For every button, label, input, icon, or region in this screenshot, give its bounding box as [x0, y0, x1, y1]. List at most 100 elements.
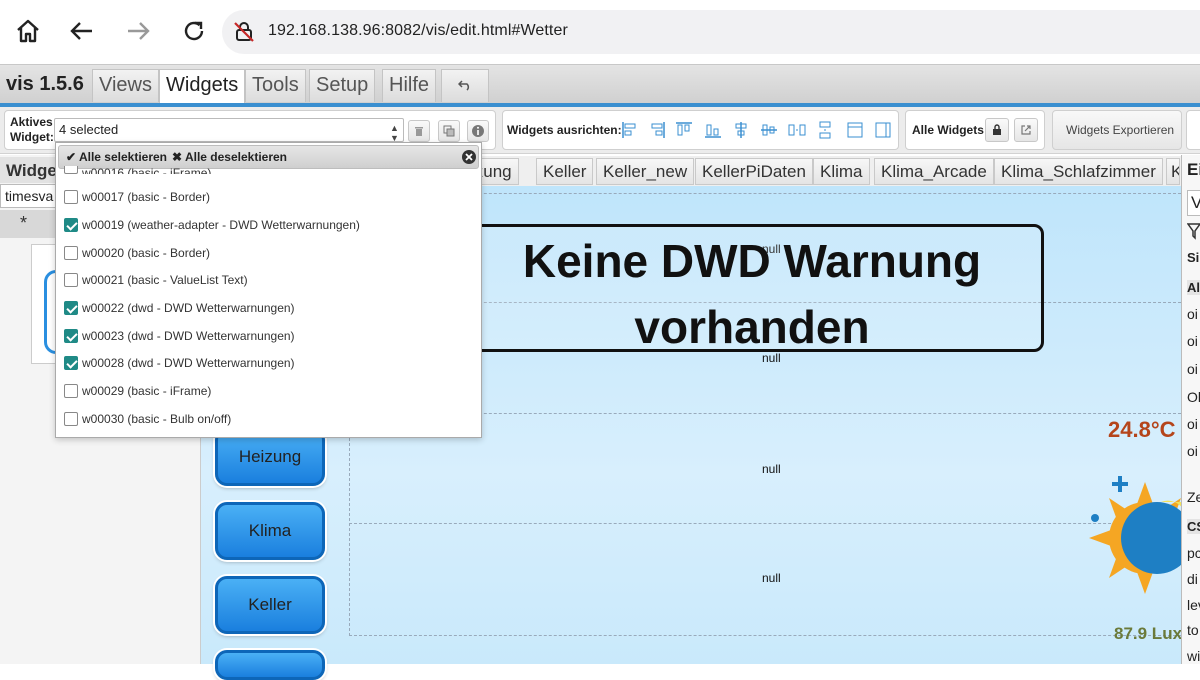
dropdown-item-label: w00028 (dwd - DWD Wetterwarnungen): [82, 356, 295, 370]
dropdown-item[interactable]: w00019 (weather-adapter - DWD Wetterwarn…: [64, 215, 360, 235]
same-width-icon[interactable]: [845, 120, 865, 140]
active-widget-label-1: Aktives: [10, 115, 53, 129]
copy-widget-button[interactable]: [438, 120, 460, 142]
view-select[interactable]: V: [1187, 190, 1200, 216]
checkbox[interactable]: [64, 166, 78, 174]
dropdown-item-label: w00029 (basic - iFrame): [82, 384, 212, 398]
align-bottom-icon[interactable]: [703, 120, 723, 140]
active-widget-label-2: Widget:: [10, 130, 54, 144]
widget-filter-input[interactable]: timesva: [0, 184, 58, 208]
back-arrow-icon[interactable]: [66, 14, 98, 48]
url-text[interactable]: 192.168.138.96:8082/vis/edit.html#Wetter: [268, 22, 568, 40]
tab-views[interactable]: Views: [92, 69, 159, 102]
forward-arrow-icon[interactable]: [122, 14, 154, 48]
dropdown-item[interactable]: w00030 (basic - Bulb on/off): [64, 409, 231, 429]
toolbar-overflow-button[interactable]: [1186, 110, 1200, 150]
distribute-vertical-icon[interactable]: [815, 120, 835, 140]
dropdown-item[interactable]: w00022 (dwd - DWD Wetterwarnungen): [64, 298, 295, 318]
view-tab-truncated[interactable]: K: [1166, 158, 1180, 185]
checkbox-checked[interactable]: [64, 329, 78, 343]
widget-set-all[interactable]: *: [0, 210, 58, 238]
properties-row: Ol: [1187, 389, 1200, 405]
delete-widget-button[interactable]: [408, 120, 430, 142]
dropdown-item[interactable]: w00023 (dwd - DWD Wetterwarnungen): [64, 326, 295, 346]
nav-button-partial[interactable]: [215, 650, 325, 680]
align-left-icon[interactable]: [620, 120, 640, 140]
align-top-icon[interactable]: [674, 120, 694, 140]
properties-row: Ze: [1187, 489, 1200, 505]
checkbox[interactable]: [64, 384, 78, 398]
app-version: vis 1.5.6: [6, 73, 84, 95]
tab-setup[interactable]: Setup: [309, 69, 376, 102]
chevron-updown-icon: ▲ ▼: [390, 123, 399, 143]
checkbox-checked[interactable]: [64, 301, 78, 315]
close-x-icon: ✖: [172, 150, 183, 164]
undo-button[interactable]: [441, 69, 489, 102]
dwd-widget-value[interactable]: null: [762, 462, 781, 476]
widget-frame-line: [349, 523, 1181, 524]
close-dropdown-button[interactable]: [461, 149, 477, 165]
align-center-horizontal-icon[interactable]: [759, 120, 779, 140]
properties-section[interactable]: Al: [1187, 280, 1200, 295]
checkbox[interactable]: [64, 412, 78, 426]
home-icon[interactable]: [12, 14, 44, 48]
dropdown-item[interactable]: w00020 (basic - Border): [64, 243, 210, 263]
dropdown-item-partial[interactable]: w00016 (basic - iFrame): [64, 166, 211, 174]
checkbox-checked[interactable]: [64, 356, 78, 370]
properties-row: to: [1187, 622, 1199, 638]
active-widget-select[interactable]: 4 selected: [54, 118, 404, 142]
weather-sun-icon: [1085, 472, 1193, 602]
tab-widgets[interactable]: Widgets: [159, 69, 246, 104]
info-button[interactable]: [467, 120, 489, 142]
align-label: Widgets ausrichten:: [507, 123, 622, 137]
export-widgets-label: Widgets Exportieren: [1066, 123, 1175, 137]
warning-line-1: Keine DWD Warnung: [522, 235, 982, 287]
reload-icon[interactable]: [178, 14, 210, 48]
dropdown-item-label: w00016 (basic - iFrame): [82, 166, 212, 174]
klima-button[interactable]: Klima: [215, 502, 325, 560]
deselect-all-button[interactable]: ✖ Alle deselektieren: [172, 150, 287, 164]
dropdown-item[interactable]: w00028 (dwd - DWD Wetterwarnungen): [64, 353, 295, 373]
same-height-icon[interactable]: [873, 120, 893, 140]
tab-tools[interactable]: Tools: [245, 69, 306, 102]
view-tab-keller-new[interactable]: Keller_new: [596, 158, 695, 185]
view-tab-kellerpidaten[interactable]: KellerPiDaten: [695, 158, 813, 185]
view-tab-klima-arcade[interactable]: Klima_Arcade: [874, 158, 994, 185]
dropdown-item-label: w00017 (basic - Border): [82, 190, 211, 204]
open-external-button[interactable]: [1014, 118, 1038, 142]
widgets-panel-header: Widge: [0, 157, 60, 183]
external-link-icon: [1021, 125, 1031, 135]
properties-row: wi: [1187, 648, 1200, 664]
align-right-icon[interactable]: [647, 120, 667, 140]
view-tab-klima[interactable]: Klima: [813, 158, 870, 185]
dropdown-item-label: w00019 (weather-adapter - DWD Wetterwarn…: [82, 218, 360, 232]
properties-section[interactable]: CS: [1187, 519, 1200, 534]
select-all-button[interactable]: ✔ Alle selektieren: [66, 150, 167, 164]
properties-row: oi: [1187, 416, 1198, 432]
check-icon: ✔: [66, 150, 77, 164]
dwd-widget-value[interactable]: null: [762, 571, 781, 585]
warning-line-2: vorhanden: [634, 301, 870, 353]
checkbox-checked[interactable]: [64, 218, 78, 232]
all-widgets-label: Alle Widgets:: [912, 123, 988, 137]
dropdown-item[interactable]: w00017 (basic - Border): [64, 187, 210, 207]
select-all-label: Alle selektieren: [78, 150, 168, 164]
checkbox[interactable]: [64, 273, 78, 287]
align-center-vertical-icon[interactable]: [731, 120, 751, 140]
lock-all-button[interactable]: [985, 118, 1009, 142]
checkbox[interactable]: [64, 246, 78, 260]
keller-button[interactable]: Keller: [215, 576, 325, 634]
dropdown-item[interactable]: w00021 (basic - ValueList Text): [64, 270, 248, 290]
checkbox[interactable]: [64, 190, 78, 204]
tab-hilfe[interactable]: Hilfe: [382, 69, 437, 102]
distribute-horizontal-icon[interactable]: [787, 120, 807, 140]
lock-icon: [993, 124, 1001, 135]
properties-row: oi: [1187, 333, 1198, 349]
insecure-lock-icon[interactable]: [232, 20, 256, 44]
lux-value: 87.9 Lux: [1114, 624, 1183, 643]
filter-icon[interactable]: [1186, 222, 1200, 240]
view-tab-keller[interactable]: Keller: [536, 158, 594, 185]
dropdown-item[interactable]: w00029 (basic - iFrame): [64, 381, 211, 401]
close-circle-icon: [462, 150, 476, 164]
view-tab-klima-schlafzimmer[interactable]: Klima_Schlafzimmer: [994, 158, 1163, 185]
